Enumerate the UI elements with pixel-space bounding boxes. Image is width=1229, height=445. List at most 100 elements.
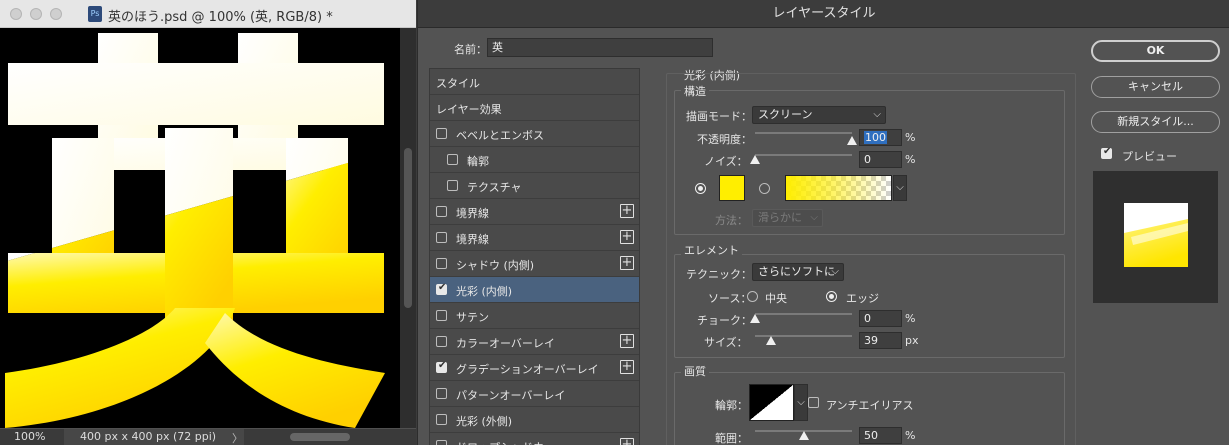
blend-mode-value: スクリーン xyxy=(758,108,813,121)
style-checkbox[interactable] xyxy=(436,128,447,139)
add-effect-icon[interactable]: + xyxy=(620,360,634,374)
contour-thumbnail[interactable] xyxy=(749,384,794,421)
range-field[interactable]: 50 xyxy=(859,427,902,444)
style-checkbox[interactable] xyxy=(436,414,447,425)
vertical-scrollbar[interactable] xyxy=(400,28,416,428)
style-list-label: 境界線 xyxy=(456,233,489,246)
noise-field[interactable]: 0 xyxy=(859,151,902,168)
gradient-dropdown-chevron-icon[interactable]: ⌵ xyxy=(893,175,907,201)
photoshop-file-icon: Ps xyxy=(88,6,102,22)
glow-color-swatch[interactable] xyxy=(719,175,745,201)
style-list-item[interactable]: 光彩 (外側) xyxy=(430,407,639,433)
style-list-item[interactable]: 境界線 + xyxy=(430,225,639,251)
choke-slider[interactable] xyxy=(755,313,852,315)
cancel-button[interactable]: キャンセル xyxy=(1091,76,1220,98)
gradient-swatch[interactable] xyxy=(785,175,892,201)
style-list-item[interactable]: サテン xyxy=(430,303,639,329)
add-effect-icon[interactable]: + xyxy=(620,438,634,445)
opacity-unit: % xyxy=(905,131,916,144)
style-list-item[interactable]: レイヤー効果 xyxy=(430,95,639,121)
chevron-down-icon: ⌵ xyxy=(810,212,818,223)
zoom-level-field[interactable]: 100% xyxy=(14,430,45,443)
document-canvas[interactable] xyxy=(0,28,400,428)
add-effect-icon[interactable]: + xyxy=(620,204,634,218)
style-checkbox[interactable] xyxy=(436,310,447,321)
document-title: 英のほう.psd @ 100% (英, RGB/8) * xyxy=(108,10,333,25)
antialias-label: アンチエイリアス xyxy=(826,399,914,412)
source-center-label: 中央 xyxy=(765,292,787,305)
style-checkbox[interactable] xyxy=(436,206,447,217)
method-dropdown[interactable]: 滑らかに ⌵ xyxy=(752,209,823,227)
style-checkbox[interactable] xyxy=(436,232,447,243)
vertical-scroll-thumb[interactable] xyxy=(404,148,412,308)
style-list-item[interactable]: スタイル xyxy=(430,69,639,95)
range-slider-thumb[interactable] xyxy=(798,431,809,440)
choke-field[interactable]: 0 xyxy=(859,310,902,327)
style-list-item[interactable]: 光彩 (内側) xyxy=(430,277,639,303)
zoom-window-button[interactable] xyxy=(50,8,62,20)
style-list-label: 光彩 (外側) xyxy=(456,415,513,428)
gradient-radio[interactable] xyxy=(759,183,770,194)
antialias-checkbox[interactable] xyxy=(808,397,819,408)
style-checkbox[interactable] xyxy=(436,282,447,295)
style-list-item[interactable]: グラデーションオーバーレイ + xyxy=(430,355,639,381)
contour-dropdown-chevron-icon[interactable]: ⌵ xyxy=(794,384,808,421)
style-list-item[interactable]: ベベルとエンボス xyxy=(430,121,639,147)
ok-button[interactable]: OK xyxy=(1091,40,1220,62)
technique-dropdown[interactable]: さらにソフトに ⌵ xyxy=(752,263,844,281)
solid-color-radio[interactable] xyxy=(695,183,706,194)
preview-swatch xyxy=(1124,203,1188,267)
structure-title: 構造 xyxy=(681,83,709,99)
size-slider-thumb[interactable] xyxy=(765,336,776,345)
range-label: 範囲： xyxy=(715,432,748,445)
new-style-button[interactable]: 新規スタイル... xyxy=(1091,111,1220,133)
horizontal-scroll-thumb[interactable] xyxy=(290,433,350,441)
style-list-item[interactable]: 境界線 + xyxy=(430,199,639,225)
size-field[interactable]: 39 xyxy=(859,332,902,349)
source-label: ソース： xyxy=(708,292,752,305)
canvas-artwork xyxy=(5,33,385,428)
preview-checkbox[interactable] xyxy=(1101,146,1112,159)
add-effect-icon[interactable]: + xyxy=(620,230,634,244)
opacity-value: 100 xyxy=(864,131,887,144)
style-list-label: シャドウ (内側) xyxy=(456,259,535,272)
style-list-label: パターンオーバーレイ xyxy=(456,389,566,402)
opacity-slider[interactable] xyxy=(755,132,852,134)
style-list-item[interactable]: ドロップシャドウ + xyxy=(430,433,639,445)
style-checkbox[interactable] xyxy=(447,180,458,191)
style-list-item[interactable]: テクスチャ xyxy=(430,173,639,199)
opacity-field[interactable]: 100 xyxy=(859,129,902,146)
noise-slider-thumb[interactable] xyxy=(750,155,760,164)
close-window-button[interactable] xyxy=(10,8,22,20)
style-list-label: ドロップシャドウ xyxy=(456,439,544,445)
status-menu-arrow-icon[interactable]: 〉 xyxy=(232,430,243,445)
style-checkbox[interactable] xyxy=(447,154,458,165)
choke-slider-thumb[interactable] xyxy=(750,314,760,323)
style-checkbox[interactable] xyxy=(436,388,447,399)
document-titlebar: Ps 英のほう.psd @ 100% (英, RGB/8) * xyxy=(0,0,416,28)
blend-mode-label: 描画モード： xyxy=(686,110,752,123)
style-checkbox[interactable] xyxy=(436,440,447,445)
quality-title: 画質 xyxy=(681,363,709,379)
add-effect-icon[interactable]: + xyxy=(620,334,634,348)
style-list-item[interactable]: 輪郭 xyxy=(430,147,639,173)
source-edge-label: エッジ xyxy=(846,292,879,305)
style-checkbox[interactable] xyxy=(436,336,447,347)
style-checkbox[interactable] xyxy=(436,258,447,269)
layer-name-field[interactable]: 英 xyxy=(487,38,713,57)
style-list-label: スタイル xyxy=(436,77,480,90)
style-list-item[interactable]: カラーオーバーレイ + xyxy=(430,329,639,355)
blend-mode-dropdown[interactable]: スクリーン ⌵ xyxy=(752,106,886,124)
add-effect-icon[interactable]: + xyxy=(620,256,634,270)
style-list-item[interactable]: シャドウ (内側) + xyxy=(430,251,639,277)
noise-slider[interactable] xyxy=(755,154,852,156)
document-size-info: 400 px x 400 px (72 ppi) xyxy=(64,429,244,445)
style-checkbox[interactable] xyxy=(436,360,447,373)
opacity-slider-thumb[interactable] xyxy=(847,136,857,145)
style-list-item[interactable]: パターンオーバーレイ xyxy=(430,381,639,407)
minimize-window-button[interactable] xyxy=(30,8,42,20)
source-center-radio[interactable] xyxy=(747,291,758,302)
style-list-label: 輪郭 xyxy=(467,155,489,168)
source-edge-radio[interactable] xyxy=(826,291,837,302)
preview-label: プレビュー xyxy=(1122,150,1177,163)
